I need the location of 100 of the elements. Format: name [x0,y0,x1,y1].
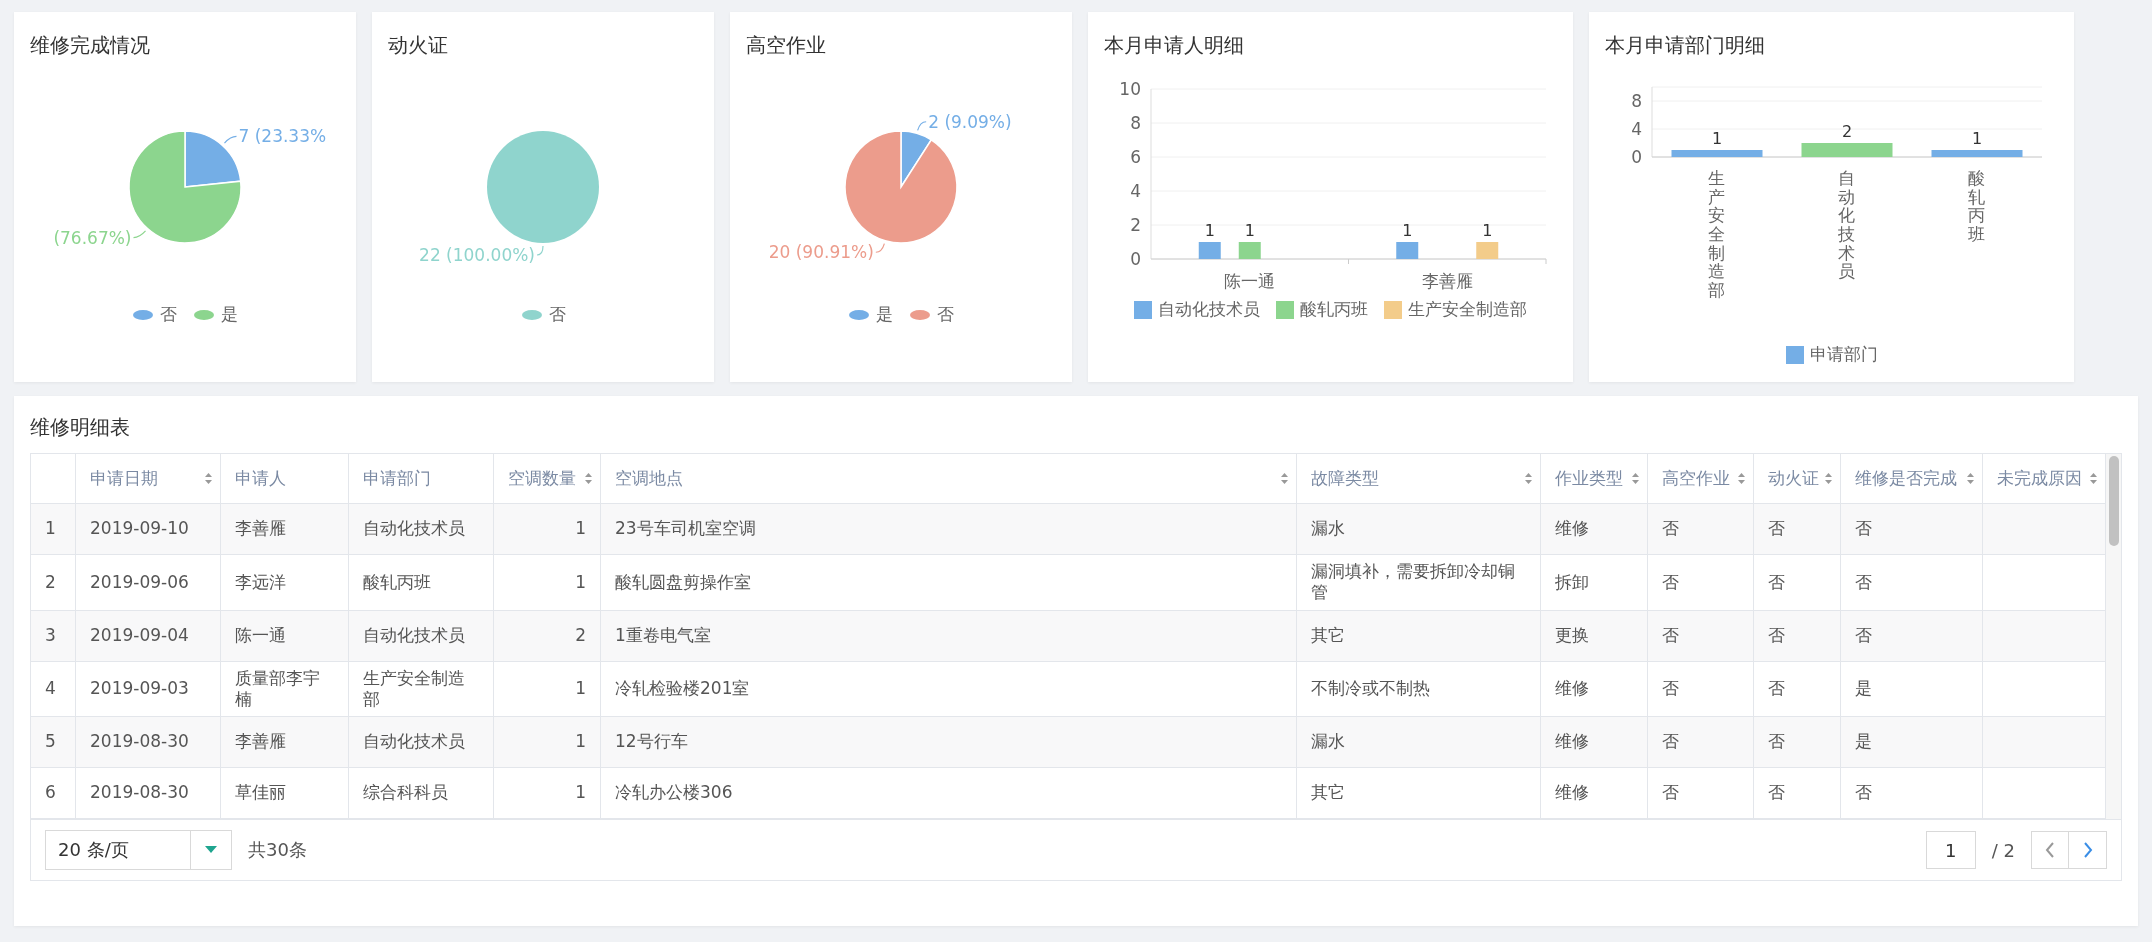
page-input[interactable]: 1 [1925,831,1976,869]
table-cell: 否 [1754,504,1841,555]
row-number: 5 [31,717,76,768]
row-number: 1 [31,504,76,555]
row-number: 2 [31,555,76,611]
table-cell: 不制冷或不制热 [1297,661,1541,717]
column-header[interactable]: 申请日期 [76,454,221,504]
column-header[interactable]: 空调地点 [601,454,1297,504]
table-cell: 2019-09-04 [76,610,221,662]
table-cell: 其它 [1297,768,1541,819]
table-cell: 质量部李宇楠 [221,661,349,717]
axis-tick-label: 陈一通 [1223,271,1275,291]
table-cell: 生产安全制造部 [349,661,494,717]
table-cell: 1 [494,661,601,717]
row-number: 3 [31,610,76,662]
next-page-button[interactable] [2069,831,2107,869]
legend-label: 否 [548,303,566,326]
axis-tick-label: 酸轧丙班 [1968,169,1985,247]
leader-line [223,135,238,144]
axis-tick-label: 0 [1129,249,1141,269]
chevron-right-icon [2081,841,2094,859]
table-cell: 否 [1648,555,1754,611]
table-cell: 否 [1648,610,1754,662]
column-header[interactable]: 空调数量 [494,454,601,504]
column-header[interactable]: 未完成原因 [1983,454,2106,504]
table-cell: 李远洋 [221,555,349,611]
row-number: 4 [31,661,76,717]
table-cell: 冷轧办公楼306 [601,768,1297,819]
data-label: 1 [1401,221,1412,240]
axis-tick-label: 0 [1630,147,1642,167]
column-header[interactable]: 高空作业 [1648,454,1754,504]
column-header[interactable]: 作业类型 [1541,454,1648,504]
column-header[interactable]: 动火证 [1754,454,1841,504]
table-cell: 维修 [1541,768,1648,819]
column-header[interactable]: 申请人 [221,454,349,504]
panel-title: 维修明细表 [30,414,131,441]
total-count: 共30条 [248,838,307,862]
table-cell: 2 [494,610,601,662]
table-cell: 否 [1648,717,1754,768]
axis-tick-label: 自动化技术员 [1838,169,1855,284]
table-cell: 李善雁 [221,504,349,555]
axis-tick-label: 6 [1129,147,1141,167]
table-cell: 酸轧圆盘剪操作室 [601,555,1297,611]
data-label: 7 (23.33% [238,126,327,147]
table-cell: 1 [494,555,601,611]
legend-marker-icon [520,308,543,321]
table-cell: 否 [1841,768,1983,819]
table-cell: 2019-09-10 [76,504,221,555]
data-label: 22 (100.00%) [419,245,535,265]
data-label: 2 (9.09%) [928,111,1012,132]
leader-line [536,245,544,256]
table-cell: 否 [1754,555,1841,611]
data-label: 1 [1204,221,1215,240]
table-cell: 1 [494,717,601,768]
legend-label: 是 [876,303,893,326]
table-cell: 是 [1841,661,1983,717]
legend-marker-icon [193,308,215,321]
data-label: (76.67%) [53,227,132,248]
chevron-left-icon [2044,841,2056,859]
table-cell: 维修 [1541,661,1648,717]
column-header[interactable]: 故障类型 [1297,454,1541,504]
card-title: 本月申请人明细 [1104,32,1244,59]
table-cell: 维修 [1541,717,1648,768]
table-cell: 否 [1648,768,1754,819]
leader-line [875,243,885,253]
table-cell: 2019-08-30 [76,768,221,819]
card-title: 维修完成情况 [30,32,150,59]
table-cell: 否 [1754,661,1841,717]
table-cell: 1重卷电气室 [601,610,1297,662]
leader-line [132,230,147,239]
table-cell: 其它 [1297,610,1541,662]
row-number: 6 [31,768,76,819]
table-cell: 1 [494,504,601,555]
table-cell: 否 [1754,610,1841,662]
legend-label: 否 [160,303,177,326]
column-header[interactable]: 维修是否完成 [1841,454,1983,504]
table-cell: 否 [1648,504,1754,555]
axis-tick-label: 8 [1129,113,1141,133]
scrollbar-thumb[interactable] [2108,456,2119,546]
table-cell: 1 [494,768,601,819]
table-cell: 李善雁 [221,717,349,768]
legend-label: 申请部门 [1809,343,1878,366]
data-label: 1 [1971,129,1982,148]
legend-label: 自动化技术员 [1158,298,1260,321]
leader-line [917,121,927,131]
scrollbar[interactable] [2106,454,2121,819]
column-header[interactable]: 申请部门 [349,454,494,504]
data-label: 1 [1711,129,1722,148]
table-cell: 2019-09-06 [76,555,221,611]
table-cell: 漏水 [1297,504,1541,555]
legend-label: 否 [937,303,954,326]
page-size-select[interactable]: 20 条/页 [45,830,232,870]
legend-marker-icon [1134,300,1152,319]
legend-marker-icon [1785,345,1804,364]
table-cell: 自动化技术员 [349,610,494,662]
data-label: 2 [1841,122,1852,141]
table-cell: 草佳丽 [221,768,349,819]
table-cell: 拆卸 [1541,555,1648,611]
table-cell: 维修 [1541,504,1648,555]
axis-tick-label: 李善雁 [1421,271,1473,291]
